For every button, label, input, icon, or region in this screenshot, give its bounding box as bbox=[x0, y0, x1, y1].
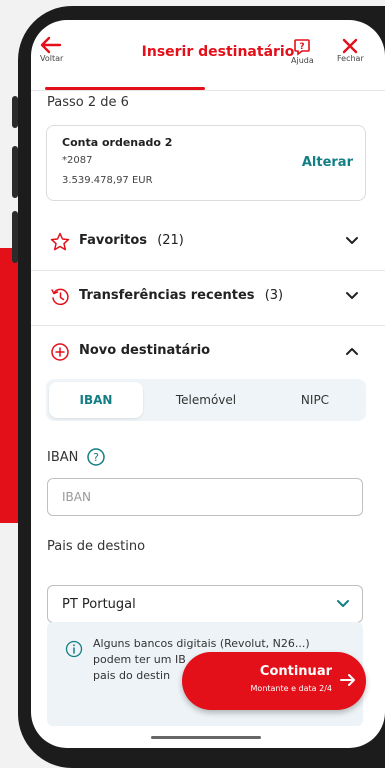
chevron-up-icon bbox=[346, 348, 358, 355]
continue-label: Continuar bbox=[259, 664, 332, 679]
chevron-down-icon bbox=[337, 600, 349, 607]
country-field-label: Pais de destino bbox=[47, 539, 146, 554]
iban-field-label: IBAN ? bbox=[47, 447, 106, 467]
app-screen: Voltar Inserir destinatário ? Ajuda Fech… bbox=[31, 20, 385, 748]
new-recipient-label: Novo destinatário bbox=[79, 343, 210, 358]
plus-circle-icon bbox=[51, 343, 69, 361]
tab-nipc[interactable]: NIPC bbox=[268, 379, 362, 421]
recent-label: Transferências recentes (3) bbox=[79, 288, 283, 303]
account-name: Conta ordenado 2 bbox=[62, 136, 173, 149]
recipient-type-tabs: IBAN Telemóvel NIPC bbox=[46, 379, 366, 421]
account-balance: 3.539.478,97 EUR bbox=[62, 175, 153, 186]
svg-text:?: ? bbox=[93, 451, 99, 464]
help-circle-icon[interactable]: ? bbox=[86, 447, 106, 467]
tab-telemovel[interactable]: Telemóvel bbox=[156, 379, 256, 421]
info-text-line: Alguns bancos digitais (Revolut, N26...) bbox=[93, 637, 310, 650]
arrow-right-icon bbox=[340, 674, 355, 686]
info-icon bbox=[65, 640, 83, 658]
header: Voltar Inserir destinatário ? Ajuda Fech… bbox=[31, 20, 385, 90]
account-number: *2087 bbox=[62, 155, 93, 166]
home-indicator bbox=[151, 736, 261, 739]
phone-side-button bbox=[12, 146, 18, 198]
change-account-link[interactable]: Alterar bbox=[302, 155, 353, 170]
step-indicator: Passo 2 de 6 bbox=[47, 95, 129, 110]
country-select[interactable]: PT Portugal bbox=[47, 585, 363, 623]
favorites-title: Favoritos bbox=[79, 233, 148, 248]
page-title-text: Inserir destinatário bbox=[141, 44, 295, 60]
close-label: Fechar bbox=[337, 54, 364, 63]
page-title: Inserir destinatário bbox=[31, 44, 385, 60]
favorites-count: (21) bbox=[157, 233, 184, 248]
account-card: Conta ordenado 2 *2087 3.539.478,97 EUR … bbox=[46, 125, 366, 201]
phone-side-button bbox=[12, 211, 18, 263]
help-button[interactable]: ? Ajuda bbox=[291, 38, 314, 65]
recent-count: (3) bbox=[264, 288, 284, 303]
chevron-down-icon bbox=[346, 292, 358, 299]
phone-side-button bbox=[12, 96, 18, 128]
clock-icon bbox=[51, 288, 69, 306]
close-icon bbox=[343, 38, 358, 54]
iban-label-text: IBAN bbox=[47, 449, 79, 465]
close-button[interactable]: Fechar bbox=[337, 38, 364, 63]
help-label: Ajuda bbox=[291, 56, 314, 65]
continue-button[interactable]: Continuar Montante e data 2/4 bbox=[182, 652, 366, 710]
star-icon bbox=[50, 232, 70, 251]
new-recipient-section[interactable]: Novo destinatário bbox=[31, 326, 385, 378]
iban-input[interactable] bbox=[47, 478, 363, 516]
continue-sublabel: Montante e data 2/4 bbox=[250, 684, 332, 693]
help-bubble-icon: ? bbox=[294, 39, 311, 56]
favorites-section[interactable]: Favoritos (21) bbox=[31, 216, 385, 268]
svg-text:?: ? bbox=[300, 42, 305, 52]
chevron-down-icon bbox=[346, 237, 358, 244]
recent-title: Transferências recentes bbox=[79, 288, 255, 303]
tab-iban[interactable]: IBAN bbox=[49, 382, 143, 418]
favorites-label: Favoritos (21) bbox=[79, 233, 184, 248]
header-divider bbox=[31, 90, 385, 91]
new-recipient-title: Novo destinatário bbox=[79, 343, 211, 358]
country-select-value: PT Portugal bbox=[62, 597, 136, 612]
recent-transfers-section[interactable]: Transferências recentes (3) bbox=[31, 271, 385, 323]
